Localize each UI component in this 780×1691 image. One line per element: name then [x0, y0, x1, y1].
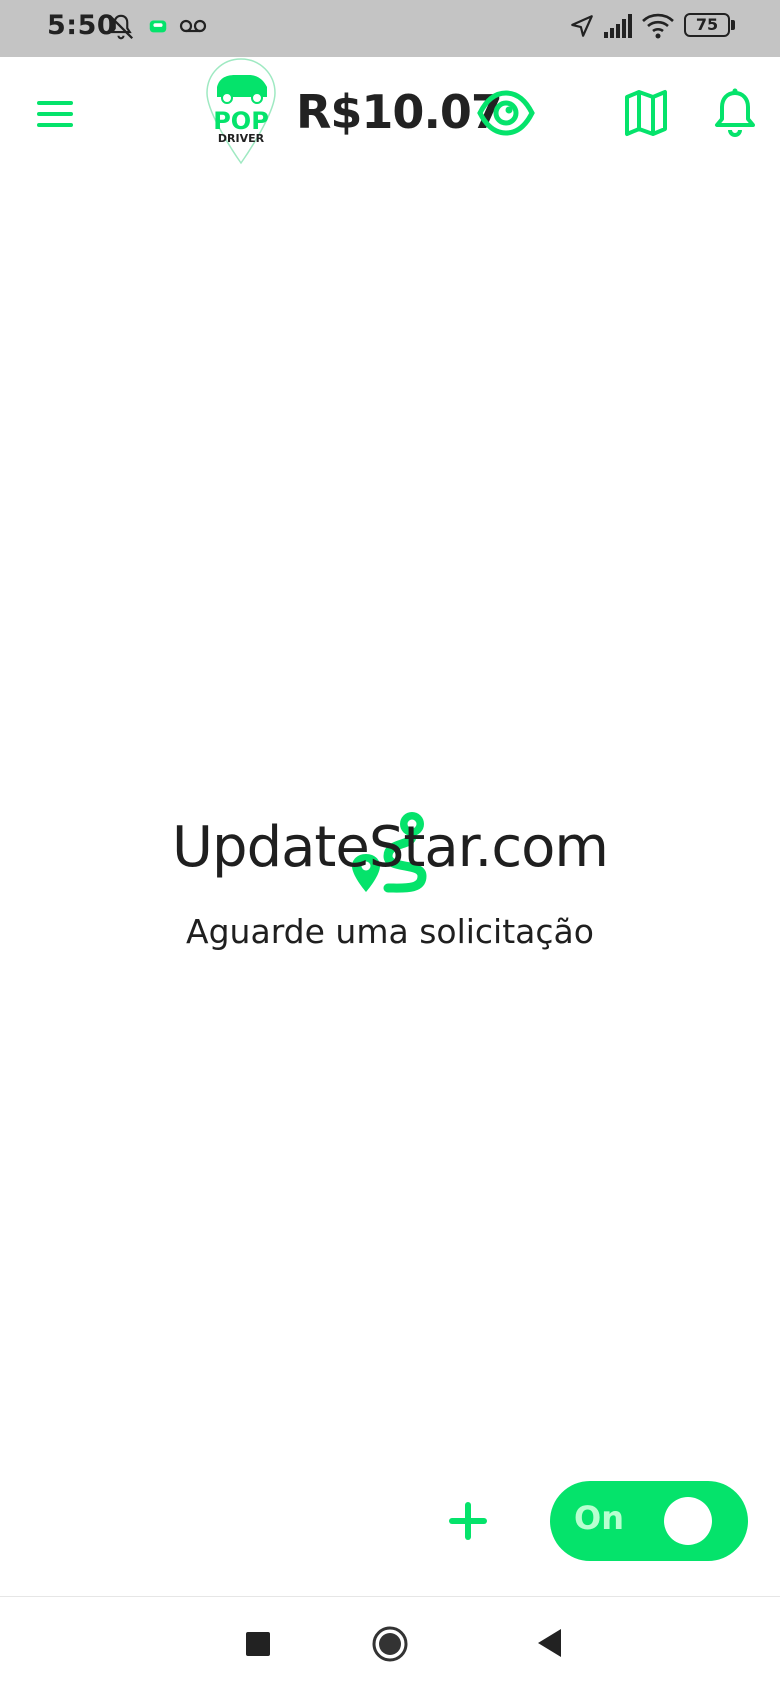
- watermark-text: UpdateStar.com: [172, 815, 609, 880]
- balance-amount: R$10.07: [296, 85, 503, 139]
- voicemail-icon: [179, 19, 207, 33]
- app-bar: POP DRIVER R$10.07: [0, 57, 780, 177]
- app-notification-icon: [149, 20, 167, 33]
- map-icon[interactable]: [624, 89, 668, 137]
- location-arrow-icon: [571, 15, 593, 37]
- logo-text-pop: POP: [213, 107, 269, 135]
- home-icon[interactable]: [371, 1625, 409, 1663]
- status-bar: 5:50 75: [0, 0, 780, 57]
- back-icon[interactable]: [535, 1627, 563, 1659]
- toggle-label: On: [574, 1499, 624, 1537]
- pop-driver-logo: POP DRIVER: [203, 57, 279, 167]
- notifications-off-icon: [108, 14, 134, 40]
- online-toggle[interactable]: On: [550, 1481, 748, 1561]
- logo-pin-icon: POP DRIVER: [206, 58, 276, 165]
- menu-icon[interactable]: [34, 93, 76, 135]
- battery-icon: 75: [684, 13, 735, 37]
- bell-icon[interactable]: [714, 87, 756, 137]
- toggle-knob: [664, 1497, 712, 1545]
- system-nav-bar: [0, 1596, 780, 1691]
- wifi-icon: [642, 13, 674, 39]
- waiting-message: Aguarde uma solicitação: [186, 912, 594, 951]
- cell-signal-icon: [604, 14, 632, 38]
- recent-apps-icon[interactable]: [246, 1632, 270, 1656]
- eye-icon[interactable]: [477, 87, 535, 139]
- logo-text-driver: DRIVER: [218, 132, 265, 145]
- plus-icon[interactable]: [444, 1497, 492, 1545]
